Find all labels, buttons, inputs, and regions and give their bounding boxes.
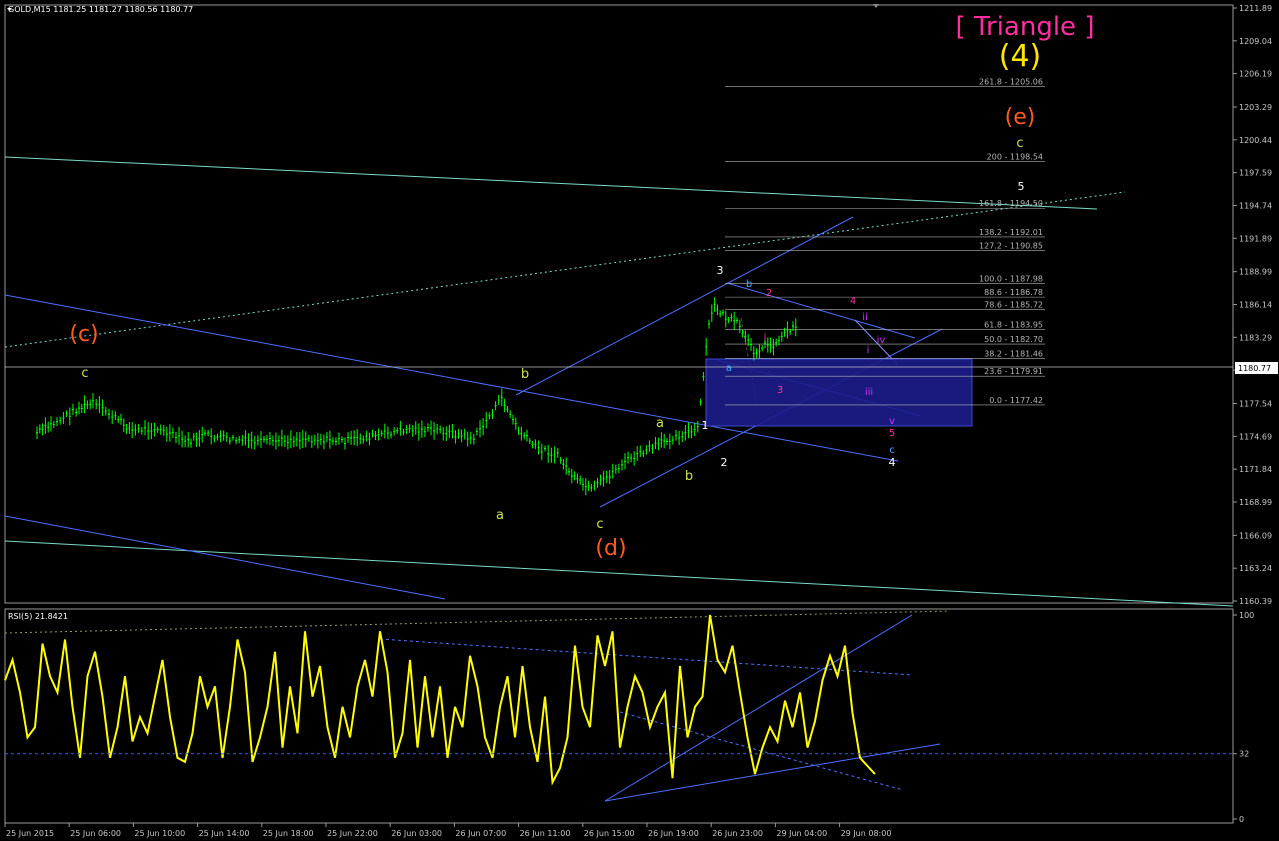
wave-label: 3 xyxy=(777,385,783,396)
wave-label: 2 xyxy=(766,288,772,299)
wave-label: ii xyxy=(862,312,868,323)
current-price-marker: 1180.77 xyxy=(1235,362,1278,374)
wave-label: (e) xyxy=(1005,105,1036,130)
wave-label: b xyxy=(746,279,752,290)
wave-label: (4) xyxy=(999,39,1042,74)
y-tick-label: 1200.44 xyxy=(1239,136,1272,145)
fib-level-label: 138.2 - 1192.01 xyxy=(979,228,1043,237)
rsi-dashed-1 xyxy=(379,638,913,676)
x-tick-label: 26 Jun 03:00 xyxy=(391,829,442,838)
target-zone-box xyxy=(705,358,973,427)
rsi-tick-label: 100 xyxy=(1239,611,1254,620)
wave-label: a xyxy=(656,416,664,431)
rsi-series-line xyxy=(4,614,876,786)
wave-label: a xyxy=(726,363,732,374)
wave-label: b xyxy=(521,367,529,382)
y-tick-label: 1197.59 xyxy=(1239,169,1272,178)
rsi-dotted-top xyxy=(4,610,951,634)
y-tick-label: 1188.99 xyxy=(1239,268,1272,277)
x-tick-label: 29 Jun 04:00 xyxy=(776,829,827,838)
x-tick-label: 26 Jun 15:00 xyxy=(584,829,635,838)
rsi-tick-label: 32 xyxy=(1239,750,1249,759)
y-tick-label: 1174.69 xyxy=(1239,432,1272,441)
wave-label: 3 xyxy=(717,264,724,277)
fib-level-label: 0.0 - 1177.42 xyxy=(989,396,1043,405)
y-tick-label: 1160.39 xyxy=(1239,597,1272,606)
x-tick-label: 25 Jun 10:00 xyxy=(134,829,185,838)
wave-label: c xyxy=(1016,136,1023,151)
x-tick-label: 25 Jun 06:00 xyxy=(70,829,121,838)
blue-lower-downtrend-line xyxy=(4,515,446,600)
fib-level-label: 61.8 - 1183.95 xyxy=(984,321,1043,330)
fib-level-label: 127.2 - 1190.85 xyxy=(979,241,1043,250)
y-tick-label: 1206.19 xyxy=(1239,70,1272,79)
y-tick-label: 1191.89 xyxy=(1239,234,1272,243)
y-tick-label: 1168.99 xyxy=(1239,498,1272,507)
wave-label: iii xyxy=(865,387,873,398)
rsi-tick-label: 0 xyxy=(1239,815,1244,824)
rsi-trend-upper xyxy=(604,614,913,802)
wave-label: 2 xyxy=(721,456,728,469)
fib-level-label: 100.0 - 1187.98 xyxy=(979,274,1043,283)
wave-label: a xyxy=(496,508,504,523)
fib-level-label: 50.0 - 1182.70 xyxy=(984,335,1043,344)
wave-label: c xyxy=(81,366,88,381)
x-tick-label: 26 Jun 19:00 xyxy=(648,829,699,838)
y-tick-label: 1183.29 xyxy=(1239,333,1272,342)
wave-label: v xyxy=(889,416,895,427)
y-tick-label: 1177.54 xyxy=(1239,400,1272,409)
y-tick-label: 1209.04 xyxy=(1239,37,1272,46)
fib-level-label: 38.2 - 1181.46 xyxy=(984,349,1043,358)
chart-structure xyxy=(4,4,1234,824)
fib-level-label: 161.8 - 1194.50 xyxy=(979,199,1043,208)
y-tick-label: 1166.09 xyxy=(1239,531,1272,540)
fib-level-label: 261.8 - 1205.06 xyxy=(979,78,1043,87)
fib-level-label: 23.6 - 1179.91 xyxy=(984,367,1043,376)
wave-label: i xyxy=(867,345,870,356)
y-tick-label: 1211.89 xyxy=(1239,4,1272,13)
y-tick-label: 1163.24 xyxy=(1239,564,1272,573)
wave-label: 5 xyxy=(889,428,895,439)
fib-level-label: 200 - 1198.54 xyxy=(987,153,1043,162)
wave-label: iv xyxy=(877,335,886,346)
price-panel-frame xyxy=(4,4,1234,604)
wave-label: (d) xyxy=(595,536,626,561)
x-tick-label: 25 Jun 14:00 xyxy=(199,829,250,838)
fib-level-label: 88.6 - 1186.78 xyxy=(984,288,1043,297)
y-tick-label: 1171.84 xyxy=(1239,465,1272,474)
x-tick-label: 25 Jun 18:00 xyxy=(263,829,314,838)
wave-label: 4 xyxy=(889,456,896,469)
wave-label: 5 xyxy=(1018,180,1025,193)
y-tick-label: 1186.14 xyxy=(1239,301,1272,310)
y-tick-label: 1203.29 xyxy=(1239,103,1272,112)
x-tick-label: 26 Jun 23:00 xyxy=(712,829,763,838)
rsi-panel-frame xyxy=(4,608,1234,824)
x-tick-label: 26 Jun 07:00 xyxy=(455,829,506,838)
rsi-trend-lower xyxy=(604,743,941,802)
chart-title: GOLD,M15 1181.25 1181.27 1180.56 1180.77 xyxy=(8,5,193,14)
rsi-title: RSI(5) 21.8421 xyxy=(8,612,68,621)
x-tick-label: 26 Jun 11:00 xyxy=(520,829,571,838)
wave-label: 1 xyxy=(702,419,709,432)
fib-level-label: 78.6 - 1185.72 xyxy=(984,300,1043,309)
teal-dotted-line xyxy=(4,191,1126,348)
wave-label: 4 xyxy=(850,296,856,307)
y-tick-label: 1194.74 xyxy=(1239,201,1272,210)
scroll-marker-icon xyxy=(873,4,879,8)
x-tick-label: 25 Jun 2015 xyxy=(6,829,54,838)
wave-label: c xyxy=(596,517,603,532)
wave-label: b xyxy=(685,469,693,484)
wave-label: i xyxy=(764,332,767,343)
x-tick-label: 29 Jun 08:00 xyxy=(841,829,892,838)
chart-canvas: 261.8 - 1205.06 200 - 1198.54 161.8 - 1194… xyxy=(4,4,1278,838)
wave-labels: [ Triangle ](4) (e) (c) (d) c a b c a b c 1 2 3 4 5 a b c 2… xyxy=(69,12,1094,561)
current-price-label: 1180.77 xyxy=(1238,364,1271,373)
wave-label: [ Triangle ] xyxy=(956,12,1095,42)
wave-label: c xyxy=(889,445,895,456)
wave-label: (c) xyxy=(69,322,98,347)
teal-upper-line xyxy=(4,156,1098,210)
x-tick-label: 25 Jun 22:00 xyxy=(327,829,378,838)
